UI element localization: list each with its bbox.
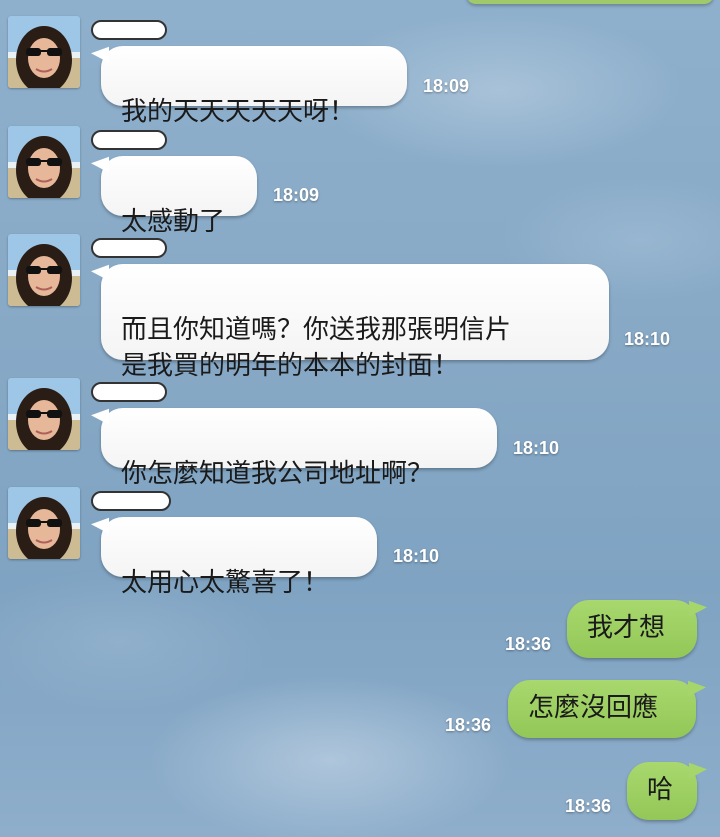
sender-name-label (91, 382, 167, 402)
sender-name-label (91, 491, 171, 511)
message-bubble[interactable]: 你怎麼知道我公司地址啊？ (101, 408, 497, 489)
sender-name-label (91, 238, 167, 258)
message-timestamp: 18:10 (513, 438, 560, 458)
message-text: 哈 (647, 775, 674, 805)
previous-message-bubble-edge (466, 0, 714, 4)
sender-avatar[interactable] (8, 16, 80, 88)
message-timestamp: 18:36 (445, 715, 492, 735)
message-text: 我的天天天天天呀！ (121, 97, 356, 127)
message-text: 太用心太驚喜了！ (121, 568, 330, 598)
sender-avatar[interactable] (8, 126, 80, 198)
message-bubble[interactable]: 太用心太驚喜了！ (101, 517, 377, 598)
message-timestamp: 18:10 (624, 329, 671, 349)
message-text: 而且你知道嗎？你送我那張明信片 是我買的明年的本本的封面！ (121, 315, 512, 381)
sender-name-label (91, 20, 167, 40)
message-bubble[interactable]: 哈 (627, 762, 697, 820)
message-text: 你怎麼知道我公司地址啊？ (121, 459, 434, 489)
sender-avatar[interactable] (8, 378, 80, 450)
message-text: 怎麼沒回應 (528, 693, 659, 723)
message-bubble[interactable]: 我的天天天天天呀！ (101, 46, 407, 127)
message-bubble[interactable]: 太感動了 (101, 156, 257, 237)
sender-avatar[interactable] (8, 487, 80, 559)
sender-avatar[interactable] (8, 234, 80, 306)
message-bubble[interactable]: 我才想 (567, 600, 697, 658)
message-text: 我才想 (587, 613, 666, 643)
message-timestamp: 18:09 (423, 76, 470, 96)
message-text: 太感動了 (121, 207, 226, 237)
message-bubble[interactable]: 而且你知道嗎？你送我那張明信片 是我買的明年的本本的封面！ (101, 264, 609, 381)
message-timestamp: 18:09 (273, 185, 320, 205)
sender-name-label (91, 130, 167, 150)
message-bubble[interactable]: 怎麼沒回應 (508, 680, 696, 738)
message-timestamp: 18:10 (393, 546, 440, 566)
message-timestamp: 18:36 (565, 796, 612, 816)
message-timestamp: 18:36 (505, 634, 552, 654)
